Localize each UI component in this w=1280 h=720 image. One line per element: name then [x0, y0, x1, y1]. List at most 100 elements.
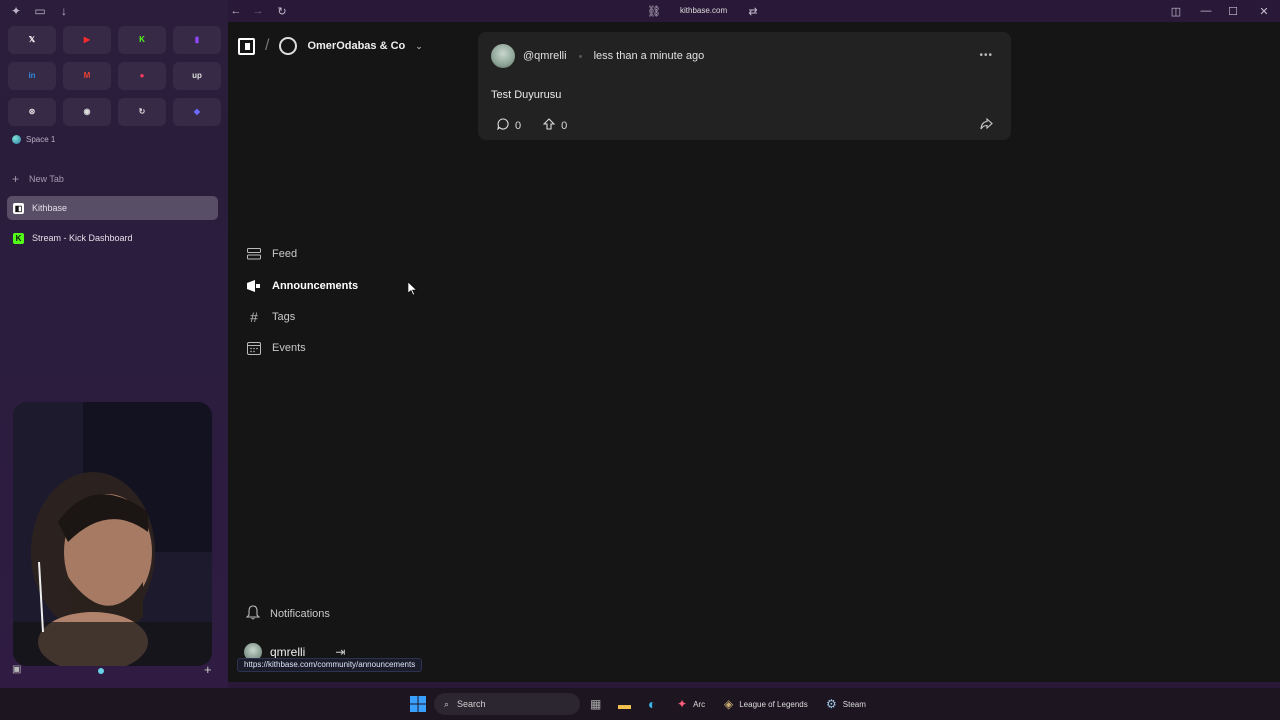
twitch-icon: ▮	[194, 35, 200, 44]
org-name[interactable]: OmerOdabas & Co	[307, 40, 405, 52]
org-logo-icon	[279, 37, 298, 55]
share-icon[interactable]	[980, 117, 993, 133]
kithbase-logo-icon[interactable]	[238, 37, 255, 55]
archive-icon[interactable]: ▣	[12, 664, 21, 675]
minimize-icon[interactable]: —	[1198, 3, 1214, 19]
space-icon	[12, 135, 21, 144]
maximize-icon[interactable]: ☐	[1225, 3, 1241, 19]
record-icon: ●	[139, 71, 145, 80]
forward-arrow-icon[interactable]: →	[250, 3, 266, 19]
username: qmrelli	[270, 645, 306, 659]
favorite-x[interactable]: 𝕏	[8, 26, 56, 54]
kick-icon: K	[139, 35, 145, 44]
space-label[interactable]: Space 1	[12, 135, 55, 144]
feed-icon	[246, 247, 262, 261]
browser-topbar: ← → ↻ ⛓ kithbase.com ⇄ ◫ — ☐ ✕	[228, 0, 1280, 22]
nav-announcements[interactable]: Announcements	[246, 279, 358, 293]
kick-icon: K	[13, 232, 24, 244]
upwork-icon: up	[192, 71, 202, 80]
favorite-record[interactable]: ●	[118, 62, 166, 90]
gmail-icon: M	[83, 71, 91, 80]
os-taskbar: ⌕ Search ▦ ▬ ◐ ✦ Arc ◈ League of Legends…	[0, 688, 1280, 720]
target-icon: ◉	[83, 107, 91, 116]
site-controls-icon[interactable]: ⇄	[745, 3, 761, 19]
comment-icon	[497, 118, 509, 133]
new-tab-button[interactable]: + New Tab	[12, 172, 64, 186]
megaphone-icon	[246, 279, 262, 293]
download-icon[interactable]: ↓	[56, 3, 72, 19]
post-body: Test Duyurusu	[491, 89, 562, 101]
chevron-down-icon[interactable]: ⌄	[415, 41, 423, 52]
add-space-icon[interactable]: +	[204, 662, 212, 677]
steam-icon: ⚙	[826, 697, 837, 711]
upvote-arrow-icon	[542, 118, 556, 133]
url-display[interactable]: kithbase.com	[680, 6, 727, 15]
favorite-kick[interactable]: K	[118, 26, 166, 54]
task-view-icon[interactable]: ▦	[590, 696, 601, 712]
sidebar-bottom-bar: ▣ +	[8, 662, 220, 680]
separator-dot	[578, 54, 582, 58]
taskbar-app-league[interactable]: ◈ League of Legends	[724, 696, 808, 712]
youtube-icon: ▶	[83, 35, 91, 44]
reload-icon[interactable]: ↻	[274, 3, 290, 19]
bell-icon	[245, 605, 261, 623]
post-author[interactable]: @qmrelli	[523, 50, 567, 62]
breadcrumb-separator: /	[265, 37, 270, 54]
favorites-grid: 𝕏 ▶ K ▮ in M ● up ⊛ ◉ ↻ ◆	[8, 26, 221, 126]
link-hover-status: https://kithbase.com/community/announcem…	[237, 658, 423, 672]
tab-kick-dashboard[interactable]: K Stream - Kick Dashboard	[7, 226, 218, 250]
sidebar-toolbar: ✦ ▭ ↓	[8, 3, 72, 19]
favorite-target[interactable]: ◉	[63, 98, 111, 126]
webcam-overlay	[13, 402, 212, 666]
lol-icon: ◈	[724, 697, 734, 711]
windows-start-icon[interactable]	[410, 696, 426, 712]
close-icon[interactable]: ✕	[1256, 3, 1272, 19]
space-switcher-dot[interactable]	[98, 668, 104, 674]
plus-icon: +	[12, 172, 20, 186]
favorite-sync[interactable]: ↻	[118, 98, 166, 126]
favorite-upwork[interactable]: up	[173, 62, 221, 90]
file-explorer-icon[interactable]: ▬	[618, 696, 631, 712]
taskbar-app-arc[interactable]: ✦ Arc	[677, 696, 705, 712]
back-arrow-icon[interactable]: ←	[228, 3, 244, 19]
webcam-person-image	[13, 402, 212, 666]
x-icon: 𝕏	[28, 35, 36, 44]
nav-feed[interactable]: Feed	[246, 247, 297, 261]
logout-icon[interactable]: ⇥	[335, 645, 345, 659]
post-header: @qmrelli less than a minute ago	[491, 44, 704, 68]
page-content: / OmerOdabas & Co ⌄ Feed Announcements #…	[228, 22, 1280, 682]
avatar[interactable]	[491, 44, 515, 68]
favorite-linkedin[interactable]: in	[8, 62, 56, 90]
edge-icon[interactable]: ◐	[648, 696, 656, 712]
search-icon: ⌕	[444, 698, 450, 709]
app-header: / OmerOdabas & Co ⌄	[238, 37, 423, 55]
taskbar-search[interactable]: ⌕ Search	[434, 693, 580, 715]
mouse-cursor-icon	[408, 282, 417, 296]
openai-icon: ⊛	[28, 107, 36, 116]
favorite-openai[interactable]: ⊛	[8, 98, 56, 126]
favorite-gem[interactable]: ◆	[173, 98, 221, 126]
favorite-twitch[interactable]: ▮	[173, 26, 221, 54]
taskbar-app-steam[interactable]: ⚙ Steam	[826, 696, 866, 712]
nav-events[interactable]: Events	[246, 341, 306, 355]
post-timestamp: less than a minute ago	[593, 50, 705, 62]
more-options-icon[interactable]: •••	[979, 50, 993, 61]
favorite-gmail[interactable]: M	[63, 62, 111, 90]
gem-icon: ◆	[193, 107, 201, 116]
favorite-youtube[interactable]: ▶	[63, 26, 111, 54]
nav-tags[interactable]: # Tags	[246, 309, 295, 325]
sidebar-toggle-icon[interactable]: ▭	[32, 3, 48, 19]
arc-icon: ✦	[677, 697, 688, 711]
comment-button[interactable]: 0	[497, 118, 521, 133]
post-actions: 0 0	[497, 118, 567, 133]
notifications-button[interactable]: Notifications	[245, 605, 330, 623]
kithbase-icon: ◧	[13, 202, 24, 214]
upvote-button[interactable]: 0	[542, 118, 567, 133]
arc-menu-icon[interactable]: ✦	[8, 3, 24, 19]
calendar-icon	[246, 341, 262, 355]
announcement-card[interactable]: @qmrelli less than a minute ago ••• Test…	[478, 32, 1011, 140]
split-view-icon[interactable]: ◫	[1168, 3, 1184, 19]
link-icon[interactable]: ⛓	[646, 3, 662, 19]
linkedin-icon: in	[28, 71, 36, 80]
tab-kithbase[interactable]: ◧ Kithbase	[7, 196, 218, 220]
